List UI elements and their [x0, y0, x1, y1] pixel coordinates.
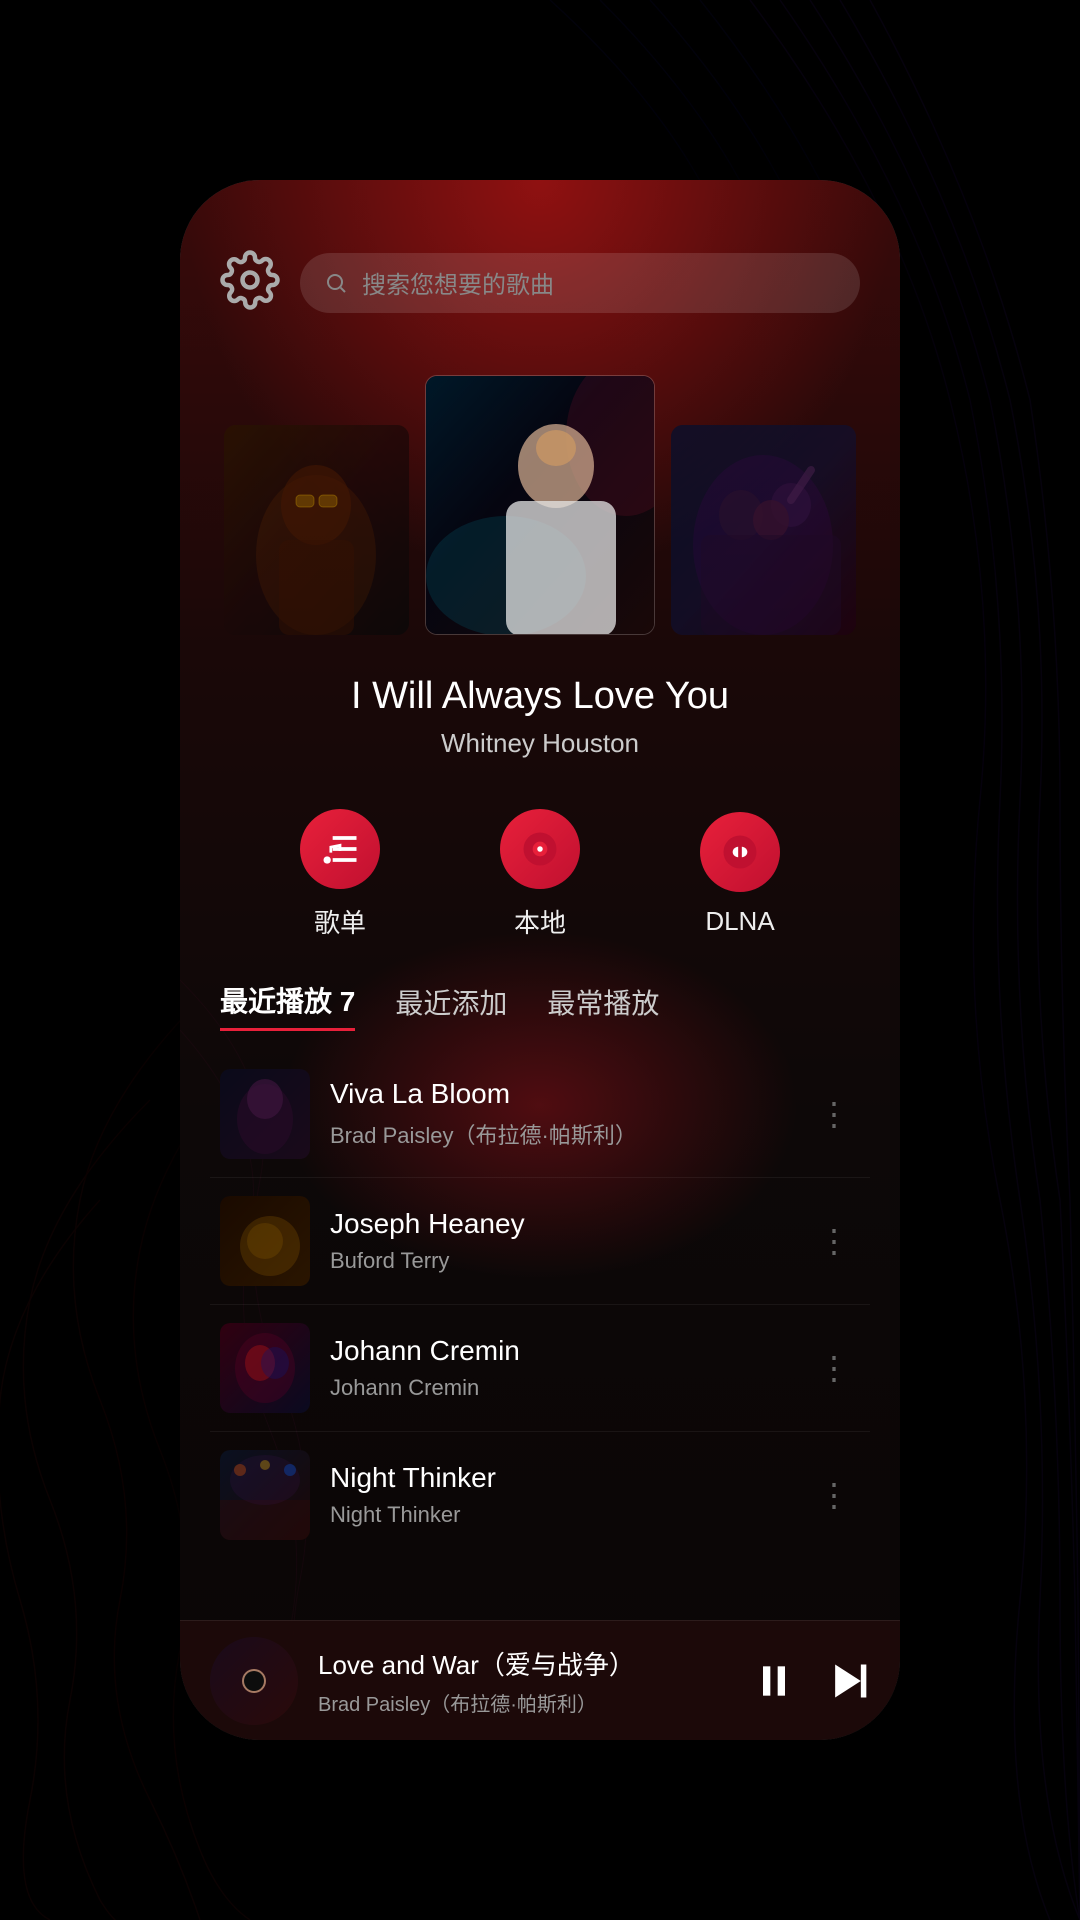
player-thumb	[210, 1637, 298, 1725]
tab-most-played[interactable]: 最常播放	[547, 982, 659, 1030]
more-button-2[interactable]: ⋮	[808, 1212, 860, 1270]
header: 搜索您想要的歌曲	[180, 180, 900, 335]
song-row[interactable]: Viva La Bloom Brad Paisley（布拉德·帕斯利） ⋮	[210, 1051, 870, 1178]
settings-button[interactable]	[220, 250, 280, 315]
phone-device: 搜索您想要的歌曲	[180, 180, 900, 1740]
playlist-icon	[300, 809, 380, 889]
song-artist-4: Night Thinker	[330, 1502, 788, 1528]
nav-dlna-label: DLNA	[705, 906, 774, 937]
song-title-1: Viva La Bloom	[330, 1078, 788, 1110]
song-artist-3: Johann Cremin	[330, 1375, 788, 1401]
song-row[interactable]: Joseph Heaney Buford Terry ⋮	[210, 1178, 870, 1305]
local-icon	[500, 809, 580, 889]
album-card-center[interactable]	[425, 375, 655, 635]
dlna-icon	[700, 812, 780, 892]
tabs-section: 最近播放 7 最近添加 最常播放	[180, 970, 900, 1051]
player-info: Love and War（爱与战争） Brad Paisley（布拉德·帕斯利）	[318, 1645, 732, 1717]
pause-button[interactable]	[752, 1659, 796, 1703]
tabs-row: 最近播放 7 最近添加 最常播放	[220, 980, 860, 1031]
song-thumb-1	[220, 1069, 310, 1159]
song-info-1: Viva La Bloom Brad Paisley（布拉德·帕斯利）	[330, 1078, 788, 1150]
more-button-3[interactable]: ⋮	[808, 1339, 860, 1397]
search-bar[interactable]: 搜索您想要的歌曲	[300, 253, 860, 313]
more-button-4[interactable]: ⋮	[808, 1466, 860, 1524]
nav-local-label: 本地	[514, 903, 566, 940]
player-artist: Brad Paisley（布拉德·帕斯利）	[318, 1688, 732, 1717]
nav-icons: 歌单 本地	[180, 779, 900, 970]
bottom-player[interactable]: Love and War（爱与战争） Brad Paisley（布拉德·帕斯利）	[180, 1620, 900, 1740]
song-thumb-4	[220, 1450, 310, 1540]
tab-recent-added[interactable]: 最近添加	[395, 982, 507, 1030]
song-thumb-2	[220, 1196, 310, 1286]
song-list: Viva La Bloom Brad Paisley（布拉德·帕斯利） ⋮	[180, 1051, 900, 1558]
song-title-3: Johann Cremin	[330, 1335, 788, 1367]
album-card-left[interactable]	[224, 425, 409, 635]
phone-screen: 搜索您想要的歌曲	[180, 180, 900, 1740]
player-controls	[752, 1659, 870, 1703]
song-title-2: Joseph Heaney	[330, 1208, 788, 1240]
song-thumb-3	[220, 1323, 310, 1413]
song-row[interactable]: Johann Cremin Johann Cremin ⋮	[210, 1305, 870, 1432]
tab-recent[interactable]: 最近播放 7	[220, 980, 355, 1031]
album-carousel	[180, 335, 900, 655]
song-title-4: Night Thinker	[330, 1462, 788, 1494]
next-button[interactable]	[826, 1659, 870, 1703]
song-artist-1: Brad Paisley（布拉德·帕斯利）	[330, 1118, 788, 1150]
song-artist-2: Buford Terry	[330, 1248, 788, 1274]
nav-playlist-label: 歌单	[314, 903, 366, 940]
song-info-4: Night Thinker Night Thinker	[330, 1462, 788, 1528]
nav-local[interactable]: 本地	[500, 809, 580, 940]
song-info-2: Joseph Heaney Buford Terry	[330, 1208, 788, 1274]
album-card-right[interactable]	[671, 425, 856, 635]
song-info-3: Johann Cremin Johann Cremin	[330, 1335, 788, 1401]
song-info: I Will Always Love You Whitney Houston	[180, 655, 900, 779]
featured-title: I Will Always Love You	[220, 675, 860, 718]
featured-artist: Whitney Houston	[220, 728, 860, 759]
more-button-1[interactable]: ⋮	[808, 1085, 860, 1143]
song-row[interactable]: Night Thinker Night Thinker ⋮	[210, 1432, 870, 1558]
search-placeholder: 搜索您想要的歌曲	[362, 265, 554, 300]
player-title: Love and War（爱与战争）	[318, 1645, 732, 1682]
nav-dlna[interactable]: DLNA	[700, 812, 780, 937]
nav-playlist[interactable]: 歌单	[300, 809, 380, 940]
